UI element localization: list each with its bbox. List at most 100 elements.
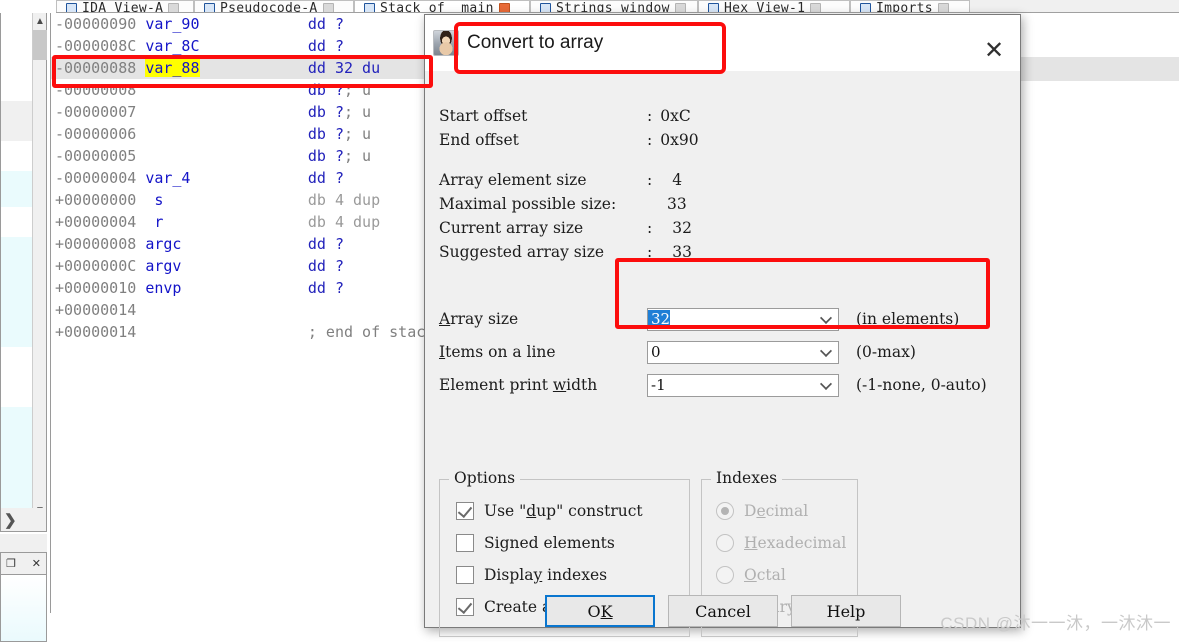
- navigator-scrollbar[interactable]: ▲ ▼: [32, 13, 47, 519]
- help-button[interactable]: Help: [791, 595, 901, 627]
- checkbox-box-display-indexes[interactable]: [456, 566, 474, 584]
- checkbox-signed-elements[interactable]: Signed elements: [456, 534, 615, 552]
- items-on-a-line-combo[interactable]: 0: [647, 340, 839, 364]
- mini-panel-body: [1, 575, 46, 641]
- field-label-array-size: Array size: [439, 310, 519, 328]
- dialog-fields: Array size 32 (in elements) Items on a line…: [439, 303, 999, 402]
- view-icon: [708, 3, 719, 12]
- checkbox-display-indexes[interactable]: Display indexes: [456, 566, 607, 584]
- element-print-width-value[interactable]: -1: [648, 376, 666, 394]
- info-label: Start offset: [439, 107, 528, 125]
- window-tab-strip[interactable]: IDA View-A Pseudocode-A Stack of _main Stri…: [56, 0, 1179, 13]
- element-print-width-combo[interactable]: -1: [647, 373, 839, 397]
- array-size-value[interactable]: 32: [648, 310, 671, 328]
- row-pad: [181, 235, 307, 253]
- checkbox-box-signed-elements[interactable]: [456, 534, 474, 552]
- tab-close-icon[interactable]: [810, 3, 822, 12]
- tab-close-icon[interactable]: [322, 3, 334, 12]
- tab-close-icon[interactable]: [168, 3, 180, 12]
- row-pad: [181, 257, 307, 275]
- row-mnemonic: dd: [307, 37, 326, 55]
- row-variable-name[interactable]: r: [145, 213, 163, 231]
- radio-decimal: Decimal: [716, 502, 808, 520]
- row-mnemonic: db: [307, 147, 326, 165]
- row-address: +00000010: [55, 279, 137, 297]
- chevron-right-icon[interactable]: ❯: [4, 511, 17, 529]
- checkbox-box-create-as-array[interactable]: [456, 598, 474, 616]
- row-pad: [145, 81, 308, 99]
- array-size-combo[interactable]: 32: [647, 307, 839, 331]
- row-variable-name[interactable]: s: [145, 191, 163, 209]
- row-address: -0000008C: [55, 37, 137, 55]
- nav-band: [1, 407, 33, 519]
- navigator-expand-bar[interactable]: ❯: [0, 508, 47, 532]
- info-value: 33: [672, 243, 692, 261]
- ok-button[interactable]: OK: [545, 595, 655, 627]
- tab-label: Strings window: [556, 0, 670, 13]
- row-address: -00000088: [55, 59, 137, 77]
- checkbox-use-dup-construct[interactable]: Use "dup" construct: [456, 502, 643, 520]
- tab-close-icon[interactable]: [674, 3, 686, 12]
- field-row-element-print-width: Element print width -1 (-1-none, 0-auto): [439, 369, 999, 401]
- tab-hex-view-1[interactable]: Hex View-1: [698, 0, 850, 12]
- nav-band: [1, 171, 33, 207]
- row-mnemonic: dd: [307, 257, 326, 275]
- tab-close-icon[interactable]: [498, 3, 510, 12]
- row-comment: ; u: [344, 125, 372, 143]
- field-label-element-print-width: Element print width: [439, 376, 598, 394]
- chevron-down-icon[interactable]: [819, 311, 833, 324]
- row-variable-name[interactable]: var_90: [145, 15, 199, 33]
- radio-box-hexadecimal: [716, 534, 734, 552]
- nav-band: [1, 101, 33, 141]
- row-operand: ?: [334, 235, 344, 253]
- dialog-body: Start offset : 0xC End offset : 0x90 Arr…: [425, 71, 1020, 637]
- convert-to-array-dialog[interactable]: Convert to array ✕ Start offset : 0xC En…: [424, 14, 1021, 637]
- row-mnemonic: dd: [307, 15, 326, 33]
- row-pad: [145, 103, 308, 121]
- row-variable-name[interactable]: argv: [145, 257, 181, 275]
- info-label: Maximal possible size:: [439, 195, 617, 213]
- view-icon: [204, 3, 215, 12]
- chevron-down-icon[interactable]: [819, 344, 833, 357]
- radio-label-octal: Octal: [744, 566, 786, 584]
- cancel-button[interactable]: Cancel: [668, 595, 778, 627]
- tab-imports[interactable]: Imports: [850, 0, 970, 12]
- indexes-group-label: Indexes: [711, 469, 783, 487]
- dialog-button-row: O K Cancel Help: [545, 595, 901, 627]
- radio-box-octal: [716, 566, 734, 584]
- tab-close-icon[interactable]: [937, 3, 949, 12]
- close-icon[interactable]: ✕: [32, 557, 41, 570]
- close-icon[interactable]: ✕: [980, 37, 1008, 65]
- row-address: -00000004: [55, 169, 137, 187]
- row-variable-name[interactable]: envp: [145, 279, 181, 297]
- listing-row-highlight-extension: [1020, 59, 1179, 81]
- row-address: -00000090: [55, 15, 137, 33]
- info-label: Array element size: [439, 171, 587, 189]
- tab-strings-window[interactable]: Strings window: [530, 0, 698, 13]
- row-variable-name[interactable]: var_8C: [145, 37, 199, 55]
- chevron-up-icon[interactable]: ▲: [33, 13, 47, 30]
- checkbox-box-use-dup-construct[interactable]: [456, 502, 474, 520]
- row-variable-name[interactable]: argc: [145, 235, 181, 253]
- info-row: Current array size : 32: [439, 219, 859, 243]
- mini-panel-titlebar: ❐ ✕: [1, 553, 46, 575]
- tab-pseudocode-a[interactable]: Pseudocode-A: [194, 0, 354, 12]
- tab-ida-view-a[interactable]: IDA View-A: [56, 0, 194, 12]
- row-variable-name[interactable]: var_4: [145, 169, 190, 187]
- row-mnemonic: db: [307, 213, 326, 231]
- row-variable-name[interactable]: var_88: [145, 59, 200, 77]
- row-operand: ?: [334, 147, 344, 165]
- field-hint-items-on-a-line: (0-max): [856, 343, 916, 361]
- row-pad: [145, 323, 308, 341]
- restore-window-icon[interactable]: ❐: [6, 557, 16, 570]
- row-address: -00000007: [55, 103, 137, 121]
- row-mnemonic: db: [307, 191, 326, 209]
- scrollbar-thumb[interactable]: [33, 30, 47, 60]
- tab-stack-of-main[interactable]: Stack of _main: [354, 0, 530, 12]
- items-on-a-line-value[interactable]: 0: [648, 343, 661, 361]
- row-address: +00000004: [55, 213, 137, 231]
- chevron-down-icon[interactable]: [819, 377, 833, 390]
- field-row-items-on-a-line: Items on a line 0 (0-max): [439, 336, 999, 368]
- radio-label-decimal: Decimal: [744, 502, 809, 520]
- field-label-items-on-a-line: Items on a line: [439, 343, 556, 361]
